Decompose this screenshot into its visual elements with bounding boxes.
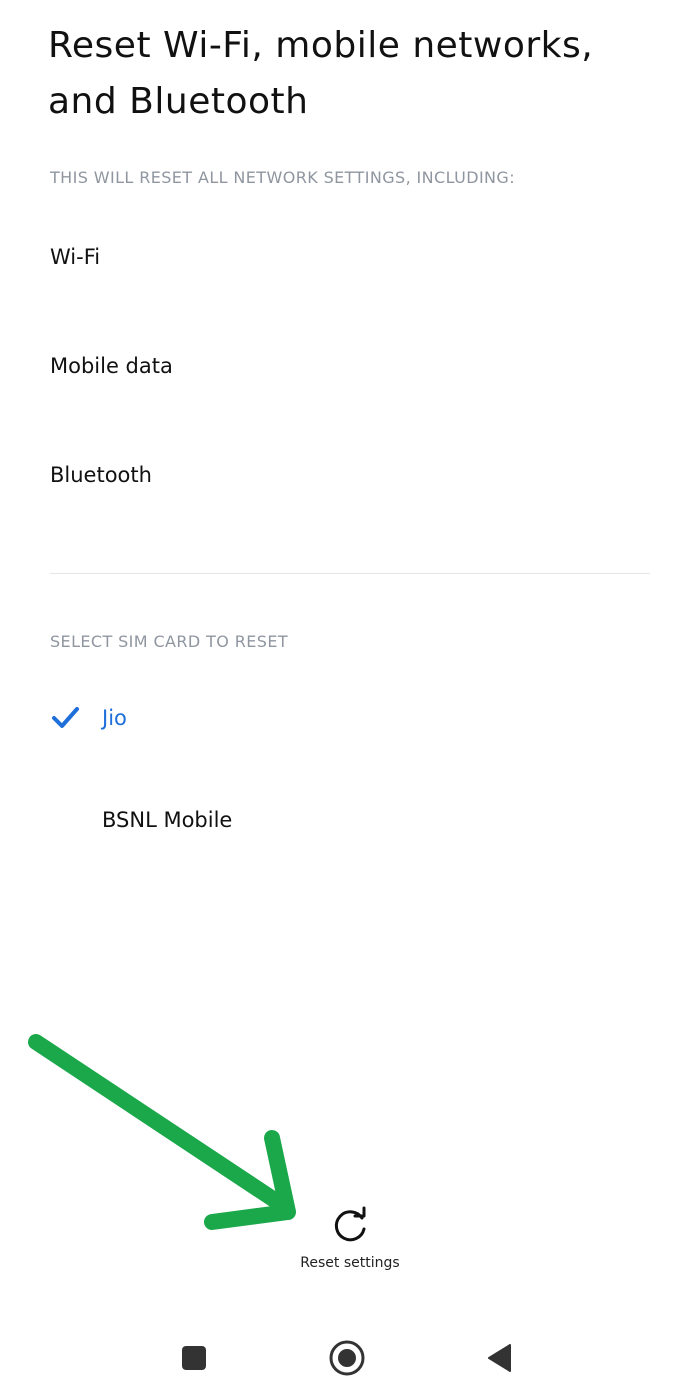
reset-settings-label: Reset settings bbox=[300, 1255, 400, 1271]
sim-option-label: BSNL Mobile bbox=[102, 808, 233, 832]
network-section-header: THIS WILL RESET ALL NETWORK SETTINGS, IN… bbox=[50, 168, 516, 187]
sim-option-bsnl[interactable]: BSNL Mobile bbox=[50, 790, 650, 850]
network-item-wifi: Wi-Fi bbox=[50, 245, 101, 269]
recents-square-icon[interactable] bbox=[180, 1344, 208, 1372]
refresh-icon bbox=[334, 1206, 366, 1242]
back-triangle-icon[interactable] bbox=[486, 1343, 514, 1373]
annotation-arrow-icon bbox=[28, 1034, 296, 1230]
section-divider bbox=[50, 573, 650, 574]
network-item-bluetooth: Bluetooth bbox=[50, 463, 152, 487]
reset-settings-button[interactable]: Reset settings bbox=[280, 1205, 420, 1285]
sim-section-header: SELECT SIM CARD TO RESET bbox=[50, 632, 289, 651]
home-circle-icon[interactable] bbox=[328, 1339, 366, 1377]
system-navigation-bar bbox=[0, 1320, 700, 1400]
network-item-mobile-data: Mobile data bbox=[50, 354, 173, 378]
page-title: Reset Wi-Fi, mobile networks, and Blueto… bbox=[48, 25, 594, 122]
sim-option-label: Jio bbox=[102, 706, 127, 730]
sim-option-jio[interactable]: Jio bbox=[50, 688, 650, 748]
checkmark-icon bbox=[52, 707, 79, 728]
